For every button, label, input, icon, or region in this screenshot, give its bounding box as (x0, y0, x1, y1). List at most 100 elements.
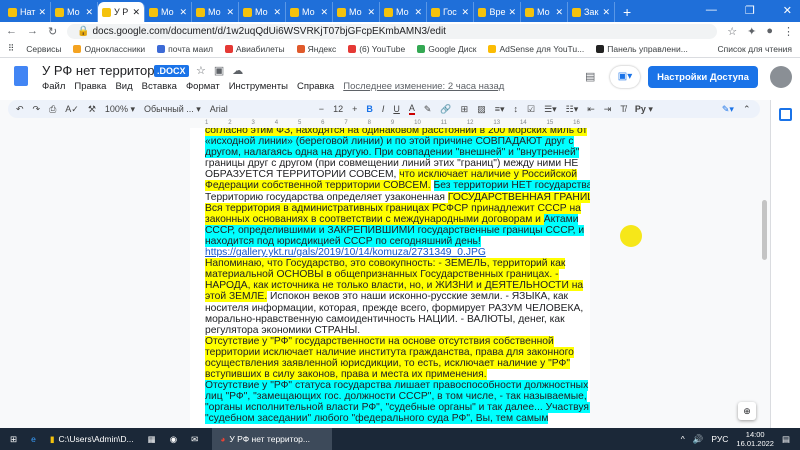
text-color-button[interactable]: A (408, 103, 415, 115)
tab-close-icon[interactable]: ✕ (508, 7, 516, 18)
tab-close-icon[interactable]: ✕ (602, 7, 610, 18)
text-line[interactable]: осуществления заявленной юрисдикции, то … (205, 357, 585, 369)
browser-tab[interactable]: Зак ✕ (568, 2, 615, 22)
tab-close-icon[interactable]: ✕ (38, 7, 46, 18)
print-icon[interactable]: ⎙ (49, 104, 56, 115)
input-tools-button[interactable]: Ру ▾ (635, 104, 653, 115)
text-line[interactable]: морально-нравственную самоидентичность Н… (205, 314, 585, 325)
browser-tab[interactable]: Мо ✕ (380, 2, 427, 22)
redo-icon[interactable]: ↷ (33, 104, 41, 115)
tab-close-icon[interactable]: ✕ (367, 7, 375, 18)
hyperlink[interactable]: https://gallery.ykt.ru/gals/2019/10/14/k… (205, 247, 486, 258)
text-line[interactable]: другом, налагаясь одна на другую. При со… (205, 147, 585, 159)
bullet-list-icon[interactable]: ☰▾ (544, 104, 557, 115)
doc-title[interactable]: У РФ нет территории (42, 63, 169, 78)
browser-tab[interactable]: Гос ✕ (427, 2, 474, 22)
tray-expand-icon[interactable]: ^ (681, 434, 685, 444)
reload-icon[interactable]: ↻ (48, 25, 57, 38)
store-icon[interactable]: ▦ (148, 434, 156, 445)
spellcheck-icon[interactable]: A✓ (65, 104, 79, 115)
bookmark[interactable]: Авиабилеты (224, 44, 285, 54)
avatar[interactable] (770, 66, 792, 88)
font-size-increase[interactable]: + (352, 104, 357, 114)
text-line[interactable]: находится под юрисдикцией СССР по сегодн… (205, 235, 585, 247)
font-size-input[interactable]: 12 (333, 104, 343, 114)
folder-icon[interactable]: ▣ (214, 64, 224, 77)
bookmark[interactable]: Сервисы (26, 44, 61, 54)
browser-tab[interactable]: Мо ✕ (286, 2, 333, 22)
volume-icon[interactable]: 🔊 (693, 434, 704, 445)
back-icon[interactable]: ← (6, 25, 17, 37)
tab-close-icon[interactable]: ✕ (226, 7, 234, 18)
edge-icon[interactable]: e (31, 434, 36, 444)
menu-item[interactable]: Правка (74, 81, 106, 92)
menu-item[interactable]: Вставка (142, 81, 177, 92)
last-edit-link[interactable]: Последнее изменение: 2 часа назад (343, 81, 504, 92)
text-line[interactable]: вступивших в силу законов, права и места… (205, 369, 585, 381)
numbered-list-icon[interactable]: ☷▾ (566, 104, 579, 115)
bookmark[interactable]: Google Диск (417, 44, 476, 54)
menu-item[interactable]: Файл (42, 81, 65, 92)
browser-tab[interactable]: Нат ✕ (4, 2, 51, 22)
tab-close-icon[interactable]: ✕ (320, 7, 328, 18)
font-size-decrease[interactable]: − (319, 104, 324, 114)
text-line[interactable]: регулятора экономики СТРАНЫ. (205, 325, 585, 336)
link-icon[interactable]: 🔗 (440, 104, 451, 115)
minimize-button[interactable]: — (706, 4, 717, 17)
text-line[interactable]: лиц "РФ", "замещающих гос. должности ССС… (205, 391, 587, 403)
text-line[interactable]: Территорию государства определяет узакон… (205, 191, 590, 203)
browser-tab[interactable]: Мо ✕ (192, 2, 239, 22)
extensions-icon[interactable]: ✦ (747, 25, 756, 38)
comments-icon[interactable]: ▤ (585, 70, 595, 83)
menu-item[interactable]: Формат (186, 81, 220, 92)
italic-button[interactable]: I (382, 104, 385, 114)
menu-icon[interactable]: ⋮ (783, 25, 794, 38)
text-line[interactable]: Федерации собственной территории СОВСЕМ.… (205, 180, 590, 192)
taskbar-explorer[interactable]: ▮ C:\Users\Admin\D... (50, 434, 134, 445)
tab-close-icon[interactable]: ✕ (273, 7, 281, 18)
menu-item[interactable]: Инструменты (229, 81, 288, 92)
indent-decrease-icon[interactable]: ⇤ (587, 104, 595, 115)
checklist-icon[interactable]: ☑ (527, 104, 535, 115)
forward-icon[interactable]: → (27, 25, 38, 37)
taskbar-chrome[interactable]: ◕ У РФ нет территор... (212, 428, 333, 450)
tab-close-icon[interactable]: ✕ (555, 7, 563, 18)
text-line[interactable]: законных основаниях в соответствии с меж… (205, 213, 585, 225)
text-line[interactable]: материальной ОСНОВЫ в общепризнанных Гос… (205, 269, 585, 281)
bookmark[interactable]: AdSense для YouTu... (488, 44, 584, 54)
tab-close-icon[interactable]: ✕ (132, 7, 140, 18)
text-line[interactable]: "судебном заседании" любого "федеральног… (205, 413, 585, 425)
docs-logo-icon[interactable] (14, 66, 28, 86)
explore-button[interactable]: ⊕ (738, 402, 756, 420)
cloud-status-icon[interactable]: ☁ (232, 64, 243, 77)
undo-icon[interactable]: ↶ (16, 104, 24, 115)
browser-tab[interactable]: Мо ✕ (239, 2, 286, 22)
obs-icon[interactable]: ◉ (170, 434, 177, 445)
clock[interactable]: 14:00 16.01.2022 (736, 430, 774, 448)
image-icon[interactable]: ▨ (477, 104, 486, 115)
tab-close-icon[interactable]: ✕ (461, 7, 469, 18)
text-line[interactable]: НАРОДА, как источника не только власти, … (205, 280, 585, 292)
document-body[interactable]: согласно этим ФЗ, находятся на одинаково… (205, 128, 590, 425)
browser-tab[interactable]: У Р ✕ (98, 2, 145, 22)
start-icon[interactable]: ⊞ (10, 434, 17, 445)
calendar-icon[interactable] (779, 108, 792, 121)
text-line[interactable]: границы друг с другом (при совмещении ли… (205, 158, 585, 169)
menu-item[interactable]: Справка (297, 81, 334, 92)
scrollbar[interactable] (762, 200, 767, 260)
browser-tab[interactable]: Мо ✕ (521, 2, 568, 22)
share-button[interactable]: Настройки Доступа (648, 66, 758, 88)
text-line[interactable]: «исходной линии» (береговой линии) и по … (205, 136, 585, 148)
text-line[interactable]: этой ЗЕМЛЕ. Испокон веков это наши искон… (205, 291, 585, 303)
text-line[interactable]: "органы исполнительной власти РФ", "суде… (205, 402, 590, 414)
indent-increase-icon[interactable]: ⇥ (604, 104, 612, 115)
text-line[interactable]: носителя информации, которая, прежде все… (205, 303, 585, 314)
star-icon[interactable]: ☆ (727, 25, 737, 38)
tab-close-icon[interactable]: ✕ (414, 7, 422, 18)
browser-tab[interactable]: Мо ✕ (51, 2, 98, 22)
bookmark[interactable]: Панель управлени... (596, 44, 688, 54)
paint-format-icon[interactable]: ⚒ (88, 104, 96, 115)
tab-close-icon[interactable]: ✕ (179, 7, 187, 18)
mail-icon[interactable]: ✉ (191, 434, 198, 445)
reading-list[interactable]: Список для чтения (717, 44, 792, 54)
